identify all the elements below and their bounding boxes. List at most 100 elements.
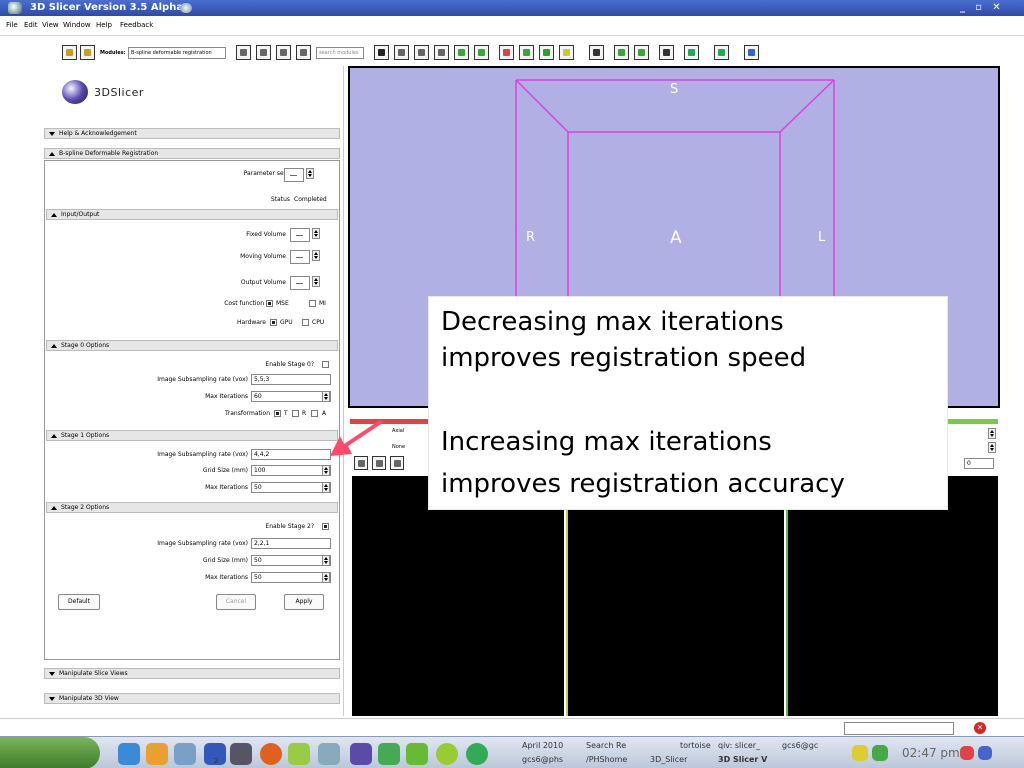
apple-icon[interactable] <box>406 743 428 765</box>
undo-icon[interactable] <box>614 45 629 60</box>
section-input-output[interactable]: Input/Output <box>46 209 338 220</box>
yellow-slice-view[interactable] <box>566 476 784 716</box>
section-stage0[interactable]: Stage 0 Options <box>46 340 338 351</box>
start-menu-icon[interactable] <box>0 737 100 768</box>
binoculars-icon[interactable] <box>374 45 389 60</box>
hardware-cpu-radio[interactable] <box>302 319 309 326</box>
section-stage2[interactable]: Stage 2 Options <box>46 502 338 513</box>
tray-clipboard-icon[interactable] <box>852 745 868 761</box>
default-button[interactable]: Default <box>58 594 100 610</box>
task-gcs6-phs[interactable]: gcs6@phs <box>522 755 563 764</box>
slice-spin-2[interactable] <box>988 442 996 453</box>
forward-arrow-icon[interactable] <box>256 45 271 60</box>
slice-menu-icon[interactable] <box>390 456 404 470</box>
close-icon[interactable]: ✕ <box>990 2 1003 14</box>
save-icon[interactable] <box>80 45 95 60</box>
task-qiv[interactable]: qiv: slicer_ <box>718 741 760 750</box>
task-april-2010[interactable]: April 2010 <box>522 741 563 750</box>
tray-power-icon[interactable] <box>960 746 974 760</box>
menu-feedback[interactable]: Feedback <box>120 21 153 29</box>
menu-help[interactable]: Help <box>96 21 112 29</box>
fiducials-icon[interactable] <box>499 45 514 60</box>
section-bspline[interactable]: B-spline Deformable Registration <box>44 148 340 159</box>
stage0-max-iterations-spin[interactable] <box>322 391 330 402</box>
stage1-grid-size-input[interactable]: 100 <box>251 465 331 476</box>
red-slice-view[interactable] <box>352 476 564 716</box>
volumes-icon[interactable] <box>454 45 469 60</box>
module-select[interactable]: B-spline deformable registration <box>128 47 226 59</box>
task-tortoise[interactable]: tortoise <box>680 741 711 750</box>
stage2-grid-size-spin[interactable] <box>322 555 330 566</box>
apply-button[interactable]: Apply <box>284 594 324 610</box>
network-icon[interactable] <box>318 743 340 765</box>
menu-edit[interactable]: Edit <box>24 21 38 29</box>
output-volume-select[interactable] <box>290 276 310 290</box>
stage2-max-iterations-spin[interactable] <box>322 572 330 583</box>
section-stage1[interactable]: Stage 1 Options <box>46 430 338 441</box>
cost-mse-radio[interactable] <box>266 300 273 307</box>
stage0-max-iterations-input[interactable]: 60 <box>251 391 331 402</box>
maximize-icon[interactable]: ▫ <box>972 2 985 14</box>
stage1-grid-size-spin[interactable] <box>322 465 330 476</box>
data-icon[interactable] <box>434 45 449 60</box>
place-mode-icon[interactable] <box>714 45 729 60</box>
slice-offset-input[interactable]: 0 <box>964 458 994 469</box>
task-search[interactable]: Search Re <box>586 741 626 750</box>
moving-volume-select[interactable] <box>290 250 310 264</box>
task-gcs6-gc[interactable]: gcs6@gc <box>782 741 818 750</box>
task-phshome[interactable]: /PHShome <box>586 755 627 764</box>
open-icon[interactable] <box>62 45 77 60</box>
parameter-set-spin[interactable] <box>306 168 314 179</box>
fixed-volume-select[interactable] <box>290 228 310 242</box>
chat-icon[interactable] <box>436 743 458 765</box>
section-manipulate-slice-views[interactable]: Manipulate Slice Views <box>44 668 340 679</box>
tray-display-icon[interactable] <box>978 746 992 760</box>
desktop-icon[interactable] <box>174 743 196 765</box>
refresh-icon[interactable] <box>744 45 759 60</box>
terminal-icon[interactable] <box>230 743 252 765</box>
stop-icon[interactable]: ✕ <box>974 722 986 734</box>
stage1-max-iterations-input[interactable]: 50 <box>251 482 331 493</box>
stage2-subsample-input[interactable]: 2,2,1 <box>251 538 331 549</box>
hardware-gpu-radio[interactable] <box>270 319 277 326</box>
messenger-icon[interactable] <box>288 743 310 765</box>
section-help[interactable]: Help & Acknowledgement <box>44 128 340 139</box>
enable-stage0-checkbox[interactable] <box>322 361 329 368</box>
mouse-mode-icon[interactable] <box>684 45 699 60</box>
transform-a-checkbox[interactable] <box>311 410 318 417</box>
slicer-launcher-icon[interactable] <box>350 743 372 765</box>
green-slice-view[interactable] <box>786 476 998 716</box>
tray-network-icon[interactable] <box>872 745 888 761</box>
task-3d-slicer-window[interactable]: 3D Slicer V <box>718 755 767 764</box>
transform-t-checkbox[interactable] <box>274 410 281 417</box>
home-icon[interactable] <box>394 45 409 60</box>
search-modules-input[interactable]: search modules <box>316 47 364 59</box>
firefox-icon[interactable] <box>260 743 282 765</box>
back-arrow-icon[interactable] <box>236 45 251 60</box>
enable-stage2-checkbox[interactable] <box>322 523 329 530</box>
module-list-icon[interactable] <box>276 45 291 60</box>
stage2-max-iterations-input[interactable]: 50 <box>251 572 331 583</box>
editor-icon[interactable] <box>519 45 534 60</box>
task-3d-slicer-folder[interactable]: 3D_Slicer <box>650 755 687 764</box>
stage2-grid-size-input[interactable]: 50 <box>251 555 331 566</box>
models-icon[interactable] <box>474 45 489 60</box>
redo-icon[interactable] <box>634 45 649 60</box>
module-settings-icon[interactable] <box>296 45 311 60</box>
fixed-volume-spin[interactable] <box>312 228 320 239</box>
layout-icon[interactable] <box>589 45 604 60</box>
moving-volume-spin[interactable] <box>312 250 320 261</box>
tools-icon[interactable] <box>378 743 400 765</box>
menu-view[interactable]: View <box>42 21 59 29</box>
home-folder-icon[interactable] <box>146 743 168 765</box>
slice-spin-1[interactable] <box>988 428 996 439</box>
parameter-set-select[interactable] <box>284 168 304 182</box>
stage1-subsample-input[interactable]: 4,4,2 <box>251 449 331 460</box>
browser-icon[interactable] <box>466 743 488 765</box>
stage0-subsample-input[interactable]: 5,5,3 <box>251 374 331 385</box>
minimize-icon[interactable]: _ <box>956 2 969 14</box>
pen-icon[interactable] <box>118 743 140 765</box>
color-icon[interactable] <box>559 45 574 60</box>
measure-icon[interactable] <box>539 45 554 60</box>
menu-window[interactable]: Window <box>63 21 91 29</box>
